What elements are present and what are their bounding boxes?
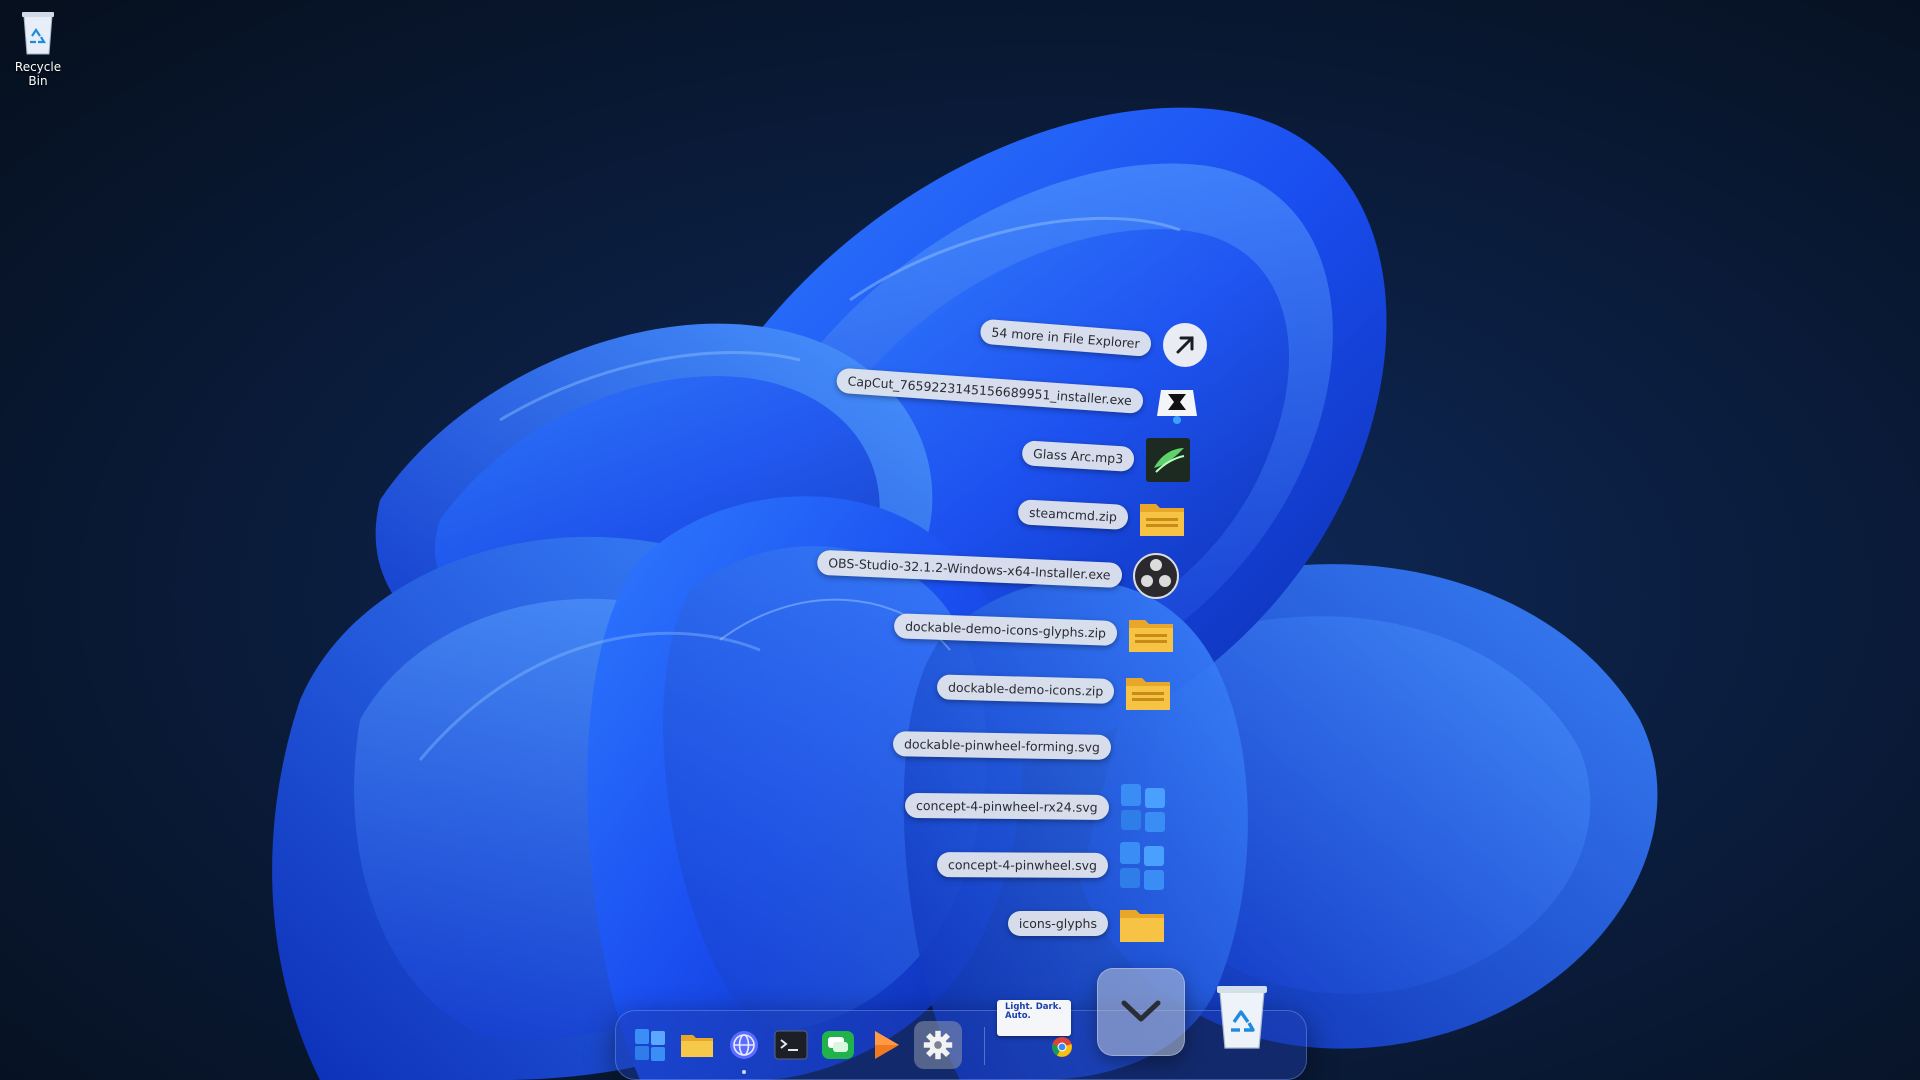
- chat-icon: [822, 1031, 854, 1059]
- pinwheel-icon[interactable]: [1116, 840, 1168, 892]
- stack-item-label[interactable]: dockable-pinwheel-forming.svg: [892, 731, 1112, 760]
- zip-folder-icon[interactable]: [1125, 608, 1177, 660]
- running-indicator: [742, 1070, 746, 1074]
- stack-item-label[interactable]: concept-4-pinwheel.svg: [936, 852, 1109, 878]
- dock-divider: [984, 1027, 985, 1065]
- dock-media-player[interactable]: [863, 1023, 907, 1067]
- stack-item-label[interactable]: icons-glyphs: [1007, 911, 1108, 936]
- capcut-installer-icon[interactable]: [1151, 376, 1203, 428]
- stack-item-label[interactable]: dockable-demo-icons-glyphs.zip: [893, 613, 1118, 646]
- stack-item-label[interactable]: steamcmd.zip: [1017, 499, 1129, 530]
- file-explorer-icon: [681, 1035, 713, 1057]
- dock-settings[interactable]: [914, 1021, 962, 1069]
- dock-file-explorer[interactable]: [675, 1023, 719, 1067]
- settings-gear-icon: [923, 1030, 953, 1060]
- stack-item-label[interactable]: CapCut_7659223145156689951_installer.exe: [836, 367, 1144, 414]
- stack-item-label[interactable]: Glass Arc.mp3: [1021, 440, 1135, 472]
- dock-chat[interactable]: [816, 1023, 860, 1067]
- zip-folder-icon[interactable]: [1136, 492, 1188, 544]
- stack-item-label[interactable]: dockable-demo-icons.zip: [936, 674, 1115, 704]
- thumbnail-preview: Light. Dark. Auto.: [997, 1000, 1071, 1036]
- thumbnail-text: Light. Dark. Auto.: [1005, 1002, 1062, 1021]
- browser-globe-icon: [730, 1031, 758, 1059]
- arrow-up-right-icon[interactable]: [1159, 319, 1211, 371]
- pinwheel-icon[interactable]: [1117, 782, 1169, 834]
- terminal-icon: [774, 1030, 808, 1060]
- audio-file-icon[interactable]: [1142, 434, 1194, 486]
- media-player-icon: [875, 1031, 899, 1059]
- stack-toggle-button[interactable]: [1097, 968, 1185, 1056]
- chrome-icon: [1052, 1037, 1072, 1057]
- zip-folder-icon[interactable]: [1122, 666, 1174, 718]
- dock: [615, 1010, 1307, 1080]
- recycle-bin-icon: [1217, 986, 1267, 1049]
- svg-file-icon[interactable]: [1119, 722, 1171, 774]
- dock-browser[interactable]: [722, 1023, 766, 1074]
- dock-terminal[interactable]: [769, 1023, 813, 1067]
- windows-start-icon: [635, 1029, 665, 1061]
- stack-item-label[interactable]: OBS-Studio-32.1.2-Windows-x64-Installer.…: [817, 549, 1123, 588]
- recent-items-stack: 54 more in File Explorer CapCut_76592231…: [0, 0, 1920, 1080]
- stack-item-label[interactable]: concept-4-pinwheel-rx24.svg: [905, 792, 1110, 820]
- desktop: Recycle Bin 54 more in File Explorer Cap…: [0, 0, 1920, 1080]
- browser-window-thumbnail[interactable]: Light. Dark. Auto.: [995, 998, 1075, 1058]
- obs-studio-icon[interactable]: [1130, 550, 1182, 602]
- dock-start-button[interactable]: [628, 1023, 672, 1067]
- folder-icon[interactable]: [1116, 898, 1168, 950]
- dock-recycle-bin[interactable]: [1210, 978, 1274, 1052]
- chevron-down-icon: [1121, 1000, 1161, 1022]
- stack-item-label[interactable]: 54 more in File Explorer: [979, 318, 1152, 357]
